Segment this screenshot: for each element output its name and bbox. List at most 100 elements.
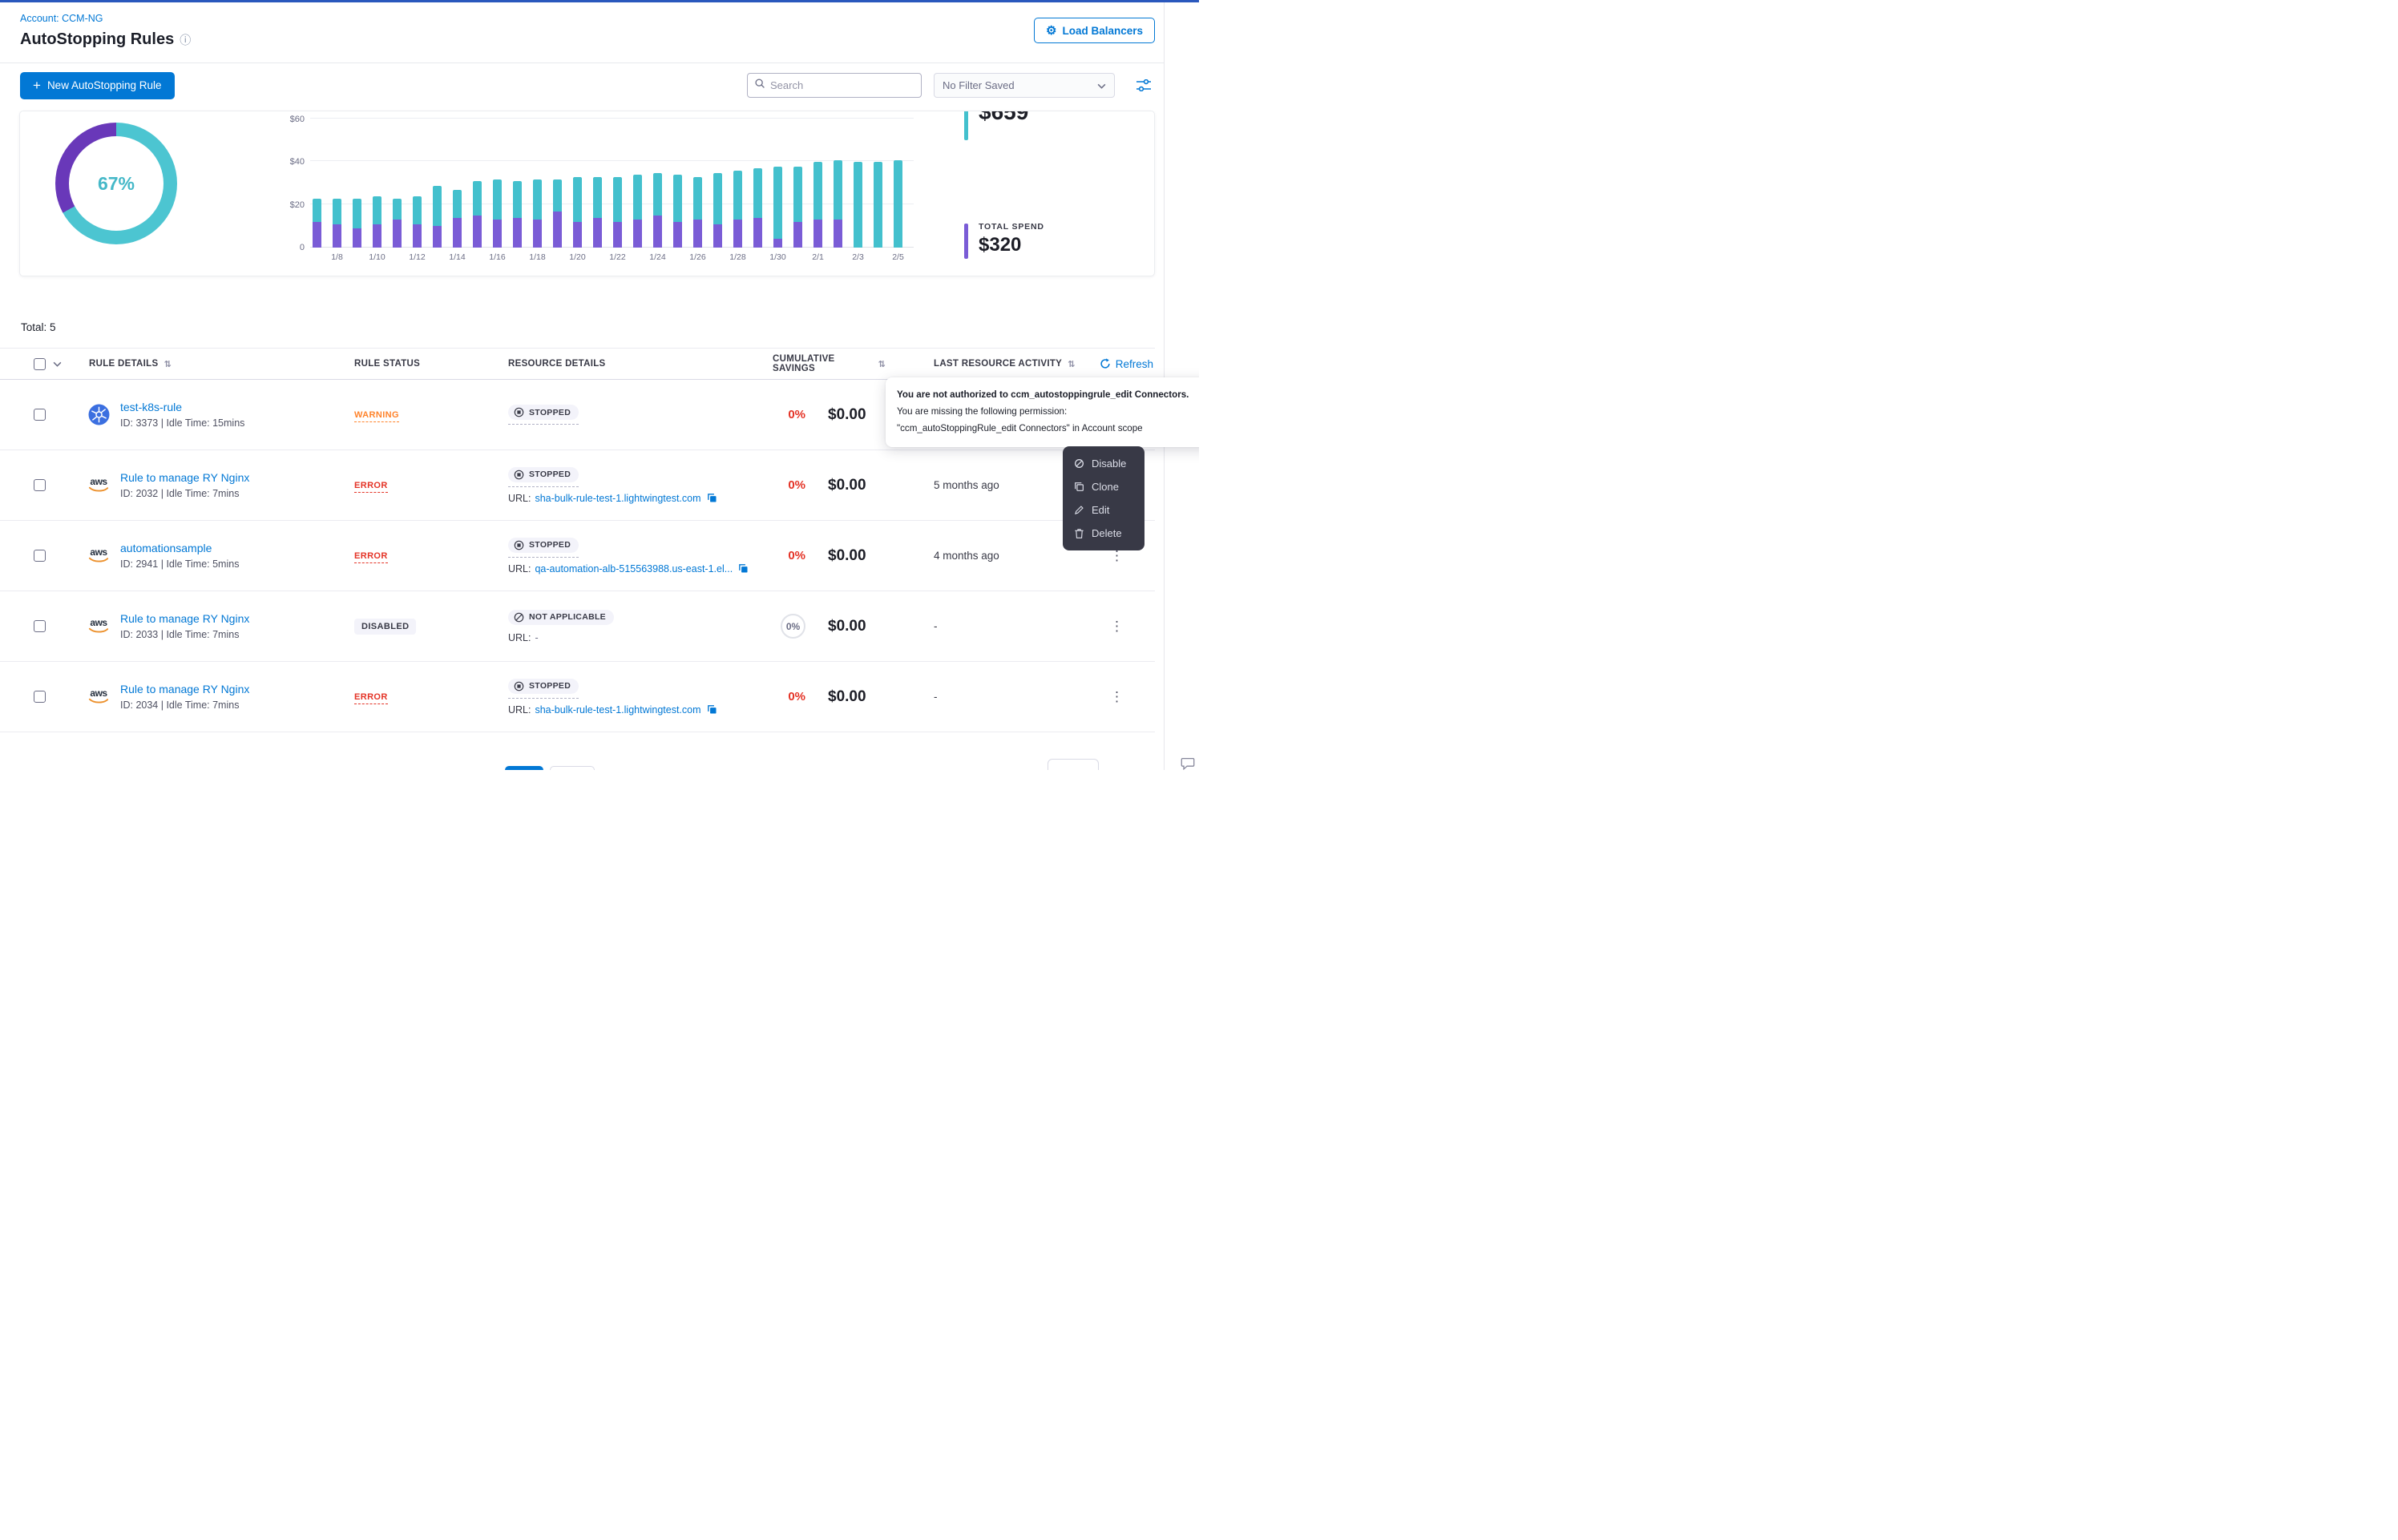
refresh-button[interactable]: Refresh: [1100, 358, 1153, 370]
rule-name-link[interactable]: test-k8s-rule: [120, 401, 244, 413]
resource-url-link[interactable]: qa-automation-alb-515563988.us-east-1.el…: [535, 563, 733, 574]
aws-icon: aws: [87, 548, 110, 563]
column-cumulative-savings: CUMULATIVE SAVINGS: [773, 354, 872, 373]
rule-meta: ID: 3373 | Idle Time: 15mins: [120, 417, 244, 429]
row-checkbox[interactable]: [34, 550, 46, 562]
x-axis-label: 2/5: [892, 252, 904, 262]
spend-savings-bar-chart: 0$20$40$60 1/81/101/121/141/161/181/201/…: [260, 119, 926, 272]
url-label: URL:: [508, 632, 531, 643]
table-row[interactable]: aws Rule to manage RY Nginx ID: 2033 | I…: [0, 591, 1155, 662]
status-badge: ERROR: [354, 692, 388, 704]
savings-amount: $0.00: [805, 477, 886, 494]
column-last-activity: LAST RESOURCE ACTIVITY: [934, 359, 1062, 369]
sort-icon[interactable]: ⇅: [164, 359, 172, 369]
stopped-icon: [514, 470, 524, 480]
tooltip-line: "ccm_autoStoppingRule_edit Connectors" i…: [897, 421, 1199, 437]
bottom-right-panel: [1048, 759, 1099, 770]
status-badge: WARNING: [354, 410, 399, 422]
resource-state-badge: STOPPED: [508, 467, 579, 482]
column-rule-details: RULE DETAILS: [89, 359, 158, 369]
rule-name-link[interactable]: Rule to manage RY Nginx: [120, 683, 249, 695]
autostopping-rules-page: Account: CCM-NG AutoStopping Rules ⓘ ⚙ L…: [0, 0, 1199, 770]
menu-item-delete[interactable]: Delete: [1063, 522, 1144, 545]
table-row[interactable]: aws Rule to manage RY Nginx ID: 2034 | I…: [0, 662, 1155, 732]
total-spend-stat: TOTAL SPEND $320: [964, 222, 1044, 256]
total-savings-value: $659: [979, 111, 1028, 126]
rule-meta: ID: 2034 | Idle Time: 7mins: [120, 699, 249, 711]
filter-saved-dropdown[interactable]: No Filter Saved: [934, 73, 1115, 98]
delete-icon: [1074, 528, 1084, 539]
chevron-down-icon: [1097, 79, 1106, 91]
chart-bar: [593, 177, 602, 248]
load-balancers-button[interactable]: ⚙ Load Balancers: [1034, 18, 1155, 43]
row-menu-button[interactable]: ⋮: [1105, 615, 1128, 638]
resource-state-badge: NOT APPLICABLE: [508, 610, 614, 625]
donut-center: 67%: [69, 136, 164, 231]
gridline: [310, 118, 914, 119]
search-input[interactable]: [770, 79, 914, 91]
chart-y-axis: 0$20$40$60: [260, 119, 305, 272]
last-activity: 5 months ago: [886, 479, 1078, 491]
total-spend-label: TOTAL SPEND: [979, 222, 1044, 232]
spend-stat-bar: [964, 224, 968, 259]
edit-icon: [1074, 505, 1084, 515]
chart-bar: [573, 177, 582, 248]
refresh-icon: [1100, 358, 1111, 369]
stopped-icon: [514, 540, 524, 550]
sort-icon[interactable]: ⇅: [1068, 359, 1076, 369]
chart-bar: [673, 175, 682, 248]
rule-meta: ID: 2033 | Idle Time: 7mins: [120, 629, 249, 640]
summary-card: 67% 0$20$40$60 1/81/101/121/141/161/181/…: [19, 111, 1155, 276]
copy-icon[interactable]: [707, 493, 717, 503]
chart-bar: [693, 177, 702, 248]
rule-name-link[interactable]: automationsample: [120, 542, 239, 554]
total-savings-stat: $659: [964, 111, 1028, 126]
menu-item-clone[interactable]: Clone: [1063, 475, 1144, 498]
rule-name-link[interactable]: Rule to manage RY Nginx: [120, 612, 249, 625]
pagination-page-button[interactable]: [550, 766, 595, 770]
url-label: URL:: [508, 563, 531, 574]
select-all-checkbox[interactable]: [34, 358, 46, 370]
chart-bar: [313, 199, 321, 248]
info-icon[interactable]: ⓘ: [180, 32, 191, 48]
new-autostopping-rule-button[interactable]: + New AutoStopping Rule: [20, 72, 175, 99]
chart-bar: [333, 199, 341, 248]
row-checkbox[interactable]: [34, 479, 46, 491]
sort-icon[interactable]: ⇅: [878, 359, 886, 369]
table-row[interactable]: aws automationsample ID: 2941 | Idle Tim…: [0, 521, 1155, 591]
resource-state-badge: STOPPED: [508, 679, 579, 694]
chart-x-axis: 1/81/101/121/141/161/181/201/221/241/261…: [313, 252, 914, 267]
resource-url-link[interactable]: sha-bulk-rule-test-1.lightwingtest.com: [535, 493, 700, 504]
row-menu-button[interactable]: ⋮: [1105, 685, 1128, 708]
x-axis-label: 1/20: [569, 252, 585, 262]
aws-icon: aws: [87, 619, 110, 634]
total-count: Total: 5: [21, 321, 1164, 333]
stopped-icon: [514, 681, 524, 691]
copy-icon[interactable]: [707, 704, 717, 715]
help-chat-icon[interactable]: [1180, 756, 1196, 770]
copy-icon[interactable]: [738, 563, 749, 574]
chart-bar: [353, 199, 361, 248]
search-box: [747, 73, 922, 98]
menu-item-disable[interactable]: Disable: [1063, 452, 1144, 475]
resource-url-link[interactable]: sha-bulk-rule-test-1.lightwingtest.com: [535, 704, 700, 716]
pagination-current-page-button[interactable]: [505, 766, 543, 770]
table-header: RULE DETAILS⇅ RULE STATUS RESOURCE DETAI…: [0, 348, 1155, 380]
row-checkbox[interactable]: [34, 409, 46, 421]
savings-amount: $0.00: [805, 618, 886, 635]
page-title: AutoStopping Rules: [20, 30, 174, 49]
y-axis-label: $60: [260, 115, 305, 124]
account-breadcrumb[interactable]: Account: CCM-NG: [20, 13, 103, 24]
rule-name-link[interactable]: Rule to manage RY Nginx: [120, 471, 249, 484]
menu-item-edit[interactable]: Edit: [1063, 498, 1144, 522]
table-row[interactable]: aws Rule to manage RY Nginx ID: 2032 | I…: [0, 450, 1155, 521]
filter-panel-icon[interactable]: [1136, 79, 1151, 91]
y-axis-label: 0: [260, 243, 305, 252]
chart-bar: [653, 173, 662, 248]
bulk-select-chevron-icon[interactable]: [53, 357, 62, 371]
row-checkbox[interactable]: [34, 691, 46, 703]
disable-icon: [1074, 458, 1084, 469]
chart-bar: [733, 171, 742, 248]
row-checkbox[interactable]: [34, 620, 46, 632]
last-activity: 4 months ago: [886, 550, 1078, 562]
